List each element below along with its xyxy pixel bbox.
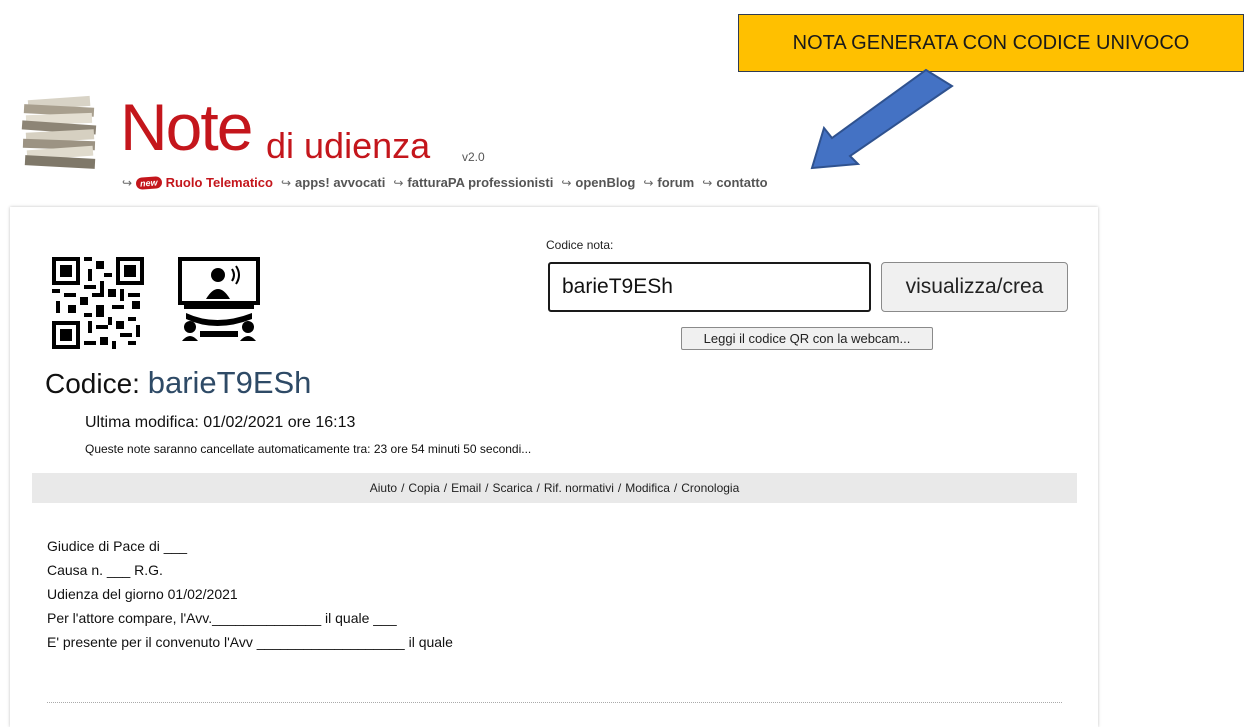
toolbar-separator: / [673,481,678,495]
new-badge: new [135,175,162,190]
hook-arrow-icon: ↪ [702,175,713,190]
webcam-qr-button[interactable]: Leggi il codice QR con la webcam... [681,327,933,350]
toolbar-copia[interactable]: Copia [408,481,439,495]
code-field-label: Codice nota: [546,238,614,252]
toolbar-separator: / [443,481,448,495]
top-nav: ↪ new Ruolo Telematico ↪ apps! avvocati … [118,175,768,190]
expiry-countdown: Queste note saranno cancellate automatic… [85,442,532,456]
hook-arrow-icon: ↪ [643,175,654,190]
nav-forum[interactable]: forum [657,175,694,190]
logo-subtitle: di udienza [266,125,431,166]
toolbar-rif-normativi[interactable]: Rif. normativi [544,481,614,495]
nav-ruolo-telematico[interactable]: Ruolo Telematico [166,175,273,190]
logo-note-text[interactable]: Note [120,94,253,160]
hook-arrow-icon: ↪ [122,175,133,190]
hook-arrow-icon: ↪ [393,175,404,190]
nav-openblog[interactable]: openBlog [575,175,635,190]
view-create-button[interactable]: visualizza/crea [881,262,1068,312]
toolbar-scarica[interactable]: Scarica [492,481,532,495]
toolbar-separator: / [617,481,622,495]
toolbar-separator: / [485,481,489,495]
toolbar-aiuto[interactable]: Aiuto [370,481,397,495]
hook-arrow-icon: ↪ [280,175,292,190]
hook-arrow-icon: ↪ [561,175,572,190]
annotation-callout: NOTA GENERATA CON CODICE UNIVOCO [738,14,1244,72]
note-line: Causa n. ___ R.G. [47,562,163,578]
actions-toolbar: Aiuto / Copia / Email / Scarica / Rif. n… [32,473,1077,503]
note-line: Per l'attore compare, l'Avv.____________… [47,610,397,626]
code-input[interactable] [548,262,871,312]
papers-stack-icon [21,95,97,169]
qr-code-icon[interactable] [52,257,144,349]
note-line: Giudice di Pace di ___ [47,538,188,554]
title-code: barieT9ESh [147,365,312,400]
nav-fatturapa[interactable]: fatturaPA professionisti [407,175,553,190]
toolbar-modifica[interactable]: Modifica [625,481,670,495]
note-line: Udienza del giorno 01/02/2021 [47,586,238,602]
page-title: Codice: barieT9ESh [45,365,311,401]
version-label: v2.0 [462,150,485,164]
toolbar-separator: / [401,481,405,495]
note-line: E' presente per il convenuto l'Avv _____… [47,634,453,650]
nav-contatto[interactable]: contatto [716,175,767,190]
nav-apps-avvocati[interactable]: apps! avvocati [295,175,385,190]
title-prefix: Codice: [45,368,140,399]
arrow-annotation-icon [810,68,954,170]
toolbar-separator: / [536,481,540,495]
note-content: Giudice di Pace di ___ Causa n. ___ R.G.… [47,537,453,657]
content-divider [47,702,1062,703]
last-modified-text: Ultima modifica: 01/02/2021 ore 16:13 [85,414,356,431]
meeting-room-icon [178,257,260,341]
toolbar-cronologia[interactable]: Cronologia [681,481,739,495]
toolbar-email[interactable]: Email [451,481,481,495]
